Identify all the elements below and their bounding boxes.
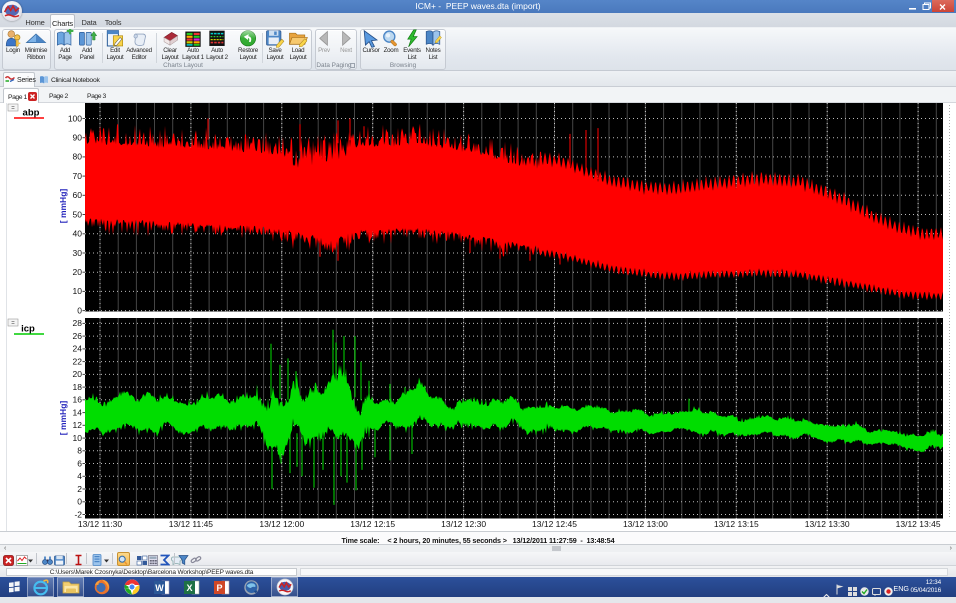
svg-text:P: P — [216, 582, 222, 592]
svg-text:26: 26 — [73, 331, 83, 341]
svg-text:0: 0 — [77, 497, 82, 507]
svg-text:=: = — [11, 106, 15, 112]
svg-text:13/12 12:00: 13/12 12:00 — [259, 519, 304, 529]
svg-text:10: 10 — [73, 286, 83, 296]
svg-text:100: 100 — [68, 113, 82, 123]
svg-text:13/12 11:45: 13/12 11:45 — [169, 519, 214, 529]
svg-text:70: 70 — [73, 171, 83, 181]
svg-text:13/12 13:15: 13/12 13:15 — [714, 519, 759, 529]
svg-text:4: 4 — [77, 471, 82, 481]
svg-text:40: 40 — [73, 229, 83, 239]
svg-text:20: 20 — [73, 267, 83, 277]
svg-text:10: 10 — [73, 433, 83, 443]
svg-text:90: 90 — [73, 133, 83, 143]
svg-text:13/12 13:30: 13/12 13:30 — [805, 519, 850, 529]
svg-text:X: X — [186, 582, 192, 592]
svg-text:0: 0 — [77, 305, 82, 315]
svg-text:16: 16 — [73, 395, 83, 405]
svg-text:12: 12 — [73, 420, 83, 430]
svg-text:13/12 13:00: 13/12 13:00 — [623, 519, 668, 529]
svg-text:13/12 13:45: 13/12 13:45 — [896, 519, 941, 529]
svg-text:[ mmHg]: [ mmHg] — [58, 401, 68, 436]
svg-text:20: 20 — [73, 369, 83, 379]
svg-text:14: 14 — [73, 407, 83, 417]
svg-text:[ mmHg]: [ mmHg] — [58, 189, 68, 224]
svg-text:13/12 12:45: 13/12 12:45 — [532, 519, 577, 529]
svg-text:-2: -2 — [74, 509, 82, 519]
svg-text:28: 28 — [73, 318, 83, 328]
svg-text:80: 80 — [73, 152, 83, 162]
svg-text:icp: icp — [21, 324, 35, 335]
svg-text:=: = — [11, 321, 15, 327]
svg-text:50: 50 — [73, 209, 83, 219]
svg-text:22: 22 — [73, 356, 83, 366]
svg-text:60: 60 — [73, 190, 83, 200]
svg-text:6: 6 — [77, 458, 82, 468]
svg-text:18: 18 — [73, 382, 83, 392]
svg-text:abp: abp — [23, 108, 40, 119]
svg-text:13/12 11:30: 13/12 11:30 — [78, 519, 123, 529]
svg-text:W: W — [155, 582, 164, 592]
svg-text:13/12 12:15: 13/12 12:15 — [350, 519, 395, 529]
svg-text:24: 24 — [73, 344, 83, 354]
svg-text:8: 8 — [77, 446, 82, 456]
svg-text:30: 30 — [73, 248, 83, 258]
svg-text:2: 2 — [77, 484, 82, 494]
svg-text:13/12 12:30: 13/12 12:30 — [441, 519, 486, 529]
